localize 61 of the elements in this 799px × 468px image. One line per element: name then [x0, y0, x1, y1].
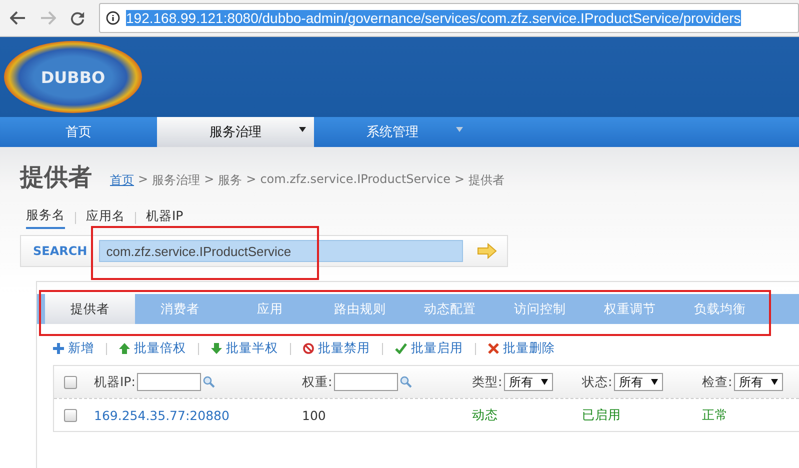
nav-item[interactable]: 系统管理 [314, 117, 471, 147]
filter-label: 权重: [302, 374, 332, 390]
breadcrumb-separator: > [204, 172, 214, 188]
tab[interactable]: 提供者 [45, 294, 135, 324]
filter-label: 状态: [582, 374, 612, 390]
page-title: 提供者 [20, 162, 92, 193]
forward-icon[interactable] [40, 11, 56, 25]
breadcrumb-separator: > [246, 172, 256, 188]
arrow-up-icon [119, 343, 130, 354]
reload-icon[interactable] [70, 10, 85, 26]
table-cell: 100 [302, 408, 326, 422]
breadcrumb-separator: > [454, 172, 465, 188]
info-icon[interactable] [106, 11, 120, 25]
search-label: SEARCH [33, 244, 88, 258]
search-icon[interactable] [203, 376, 216, 388]
toolbar-action[interactable]: 批量禁用 [303, 340, 370, 357]
row-checkbox[interactable] [64, 408, 77, 422]
address-bar[interactable]: 192.168.99.121:8080/dubbo-admin/governance/services/com.zfz.service.IProductService/providers [99, 3, 799, 33]
toolbar-action[interactable]: 批量半权 [211, 340, 278, 357]
filter-field[interactable] [334, 373, 398, 391]
nav-item[interactable]: 服务治理 [157, 117, 314, 147]
address-link[interactable]: 169.254.35.77:20880 [94, 408, 230, 422]
ban-icon [303, 343, 314, 354]
search-tab[interactable]: 服务名 [26, 207, 65, 229]
toolbar-action[interactable]: 新增 [53, 340, 94, 357]
breadcrumb-item: com.zfz.service.IProductService [260, 172, 451, 188]
back-icon[interactable] [10, 11, 26, 25]
nav-item[interactable]: 首页 [0, 117, 157, 147]
arrow-right-icon[interactable] [477, 243, 498, 259]
search-tab[interactable]: 应用名 [86, 208, 125, 228]
breadcrumb-link[interactable]: 首页 [110, 172, 134, 189]
table-cell: 动态 [472, 406, 498, 424]
filter-dropdown[interactable]: 所有 [734, 373, 784, 391]
caret-icon [771, 379, 778, 385]
breadcrumb-item: 服务治理 [152, 172, 200, 189]
search-tab[interactable]: 机器IP [146, 208, 184, 228]
caret-icon [541, 379, 548, 385]
toolbar-action[interactable]: 批量启用 [395, 340, 463, 357]
check-icon [395, 343, 407, 354]
breadcrumb-separator: > [138, 172, 148, 188]
filter-field[interactable] [137, 373, 202, 391]
filter-label: 类型: [472, 374, 502, 390]
url-text: 192.168.99.121:8080/dubbo-admin/governance/services/com.zfz.service.IProductService/providers [126, 10, 741, 26]
arrow-down-icon [211, 343, 222, 354]
search-icon[interactable] [400, 376, 412, 388]
filter-label: 检查: [702, 374, 732, 390]
plus-icon [53, 343, 64, 354]
toolbar-action[interactable]: 批量删除 [488, 340, 555, 357]
table-cell: 正常 [702, 406, 728, 424]
table-cell: 已启用 [582, 406, 621, 424]
filter-label: 机器IP: [94, 374, 136, 390]
logo: DUBBO [4, 41, 142, 113]
close-icon [488, 343, 499, 354]
toolbar-action[interactable]: 批量倍权 [119, 340, 186, 357]
caret-icon [651, 379, 658, 385]
breadcrumb-item: 提供者 [468, 172, 505, 189]
search-field[interactable]: com.zfz.service.IProductService [99, 240, 464, 262]
select-all-checkbox[interactable] [64, 376, 77, 388]
filter-dropdown[interactable]: 所有 [614, 373, 664, 391]
breadcrumb-item: 服务 [218, 172, 242, 189]
filter-dropdown[interactable]: 所有 [504, 373, 554, 391]
